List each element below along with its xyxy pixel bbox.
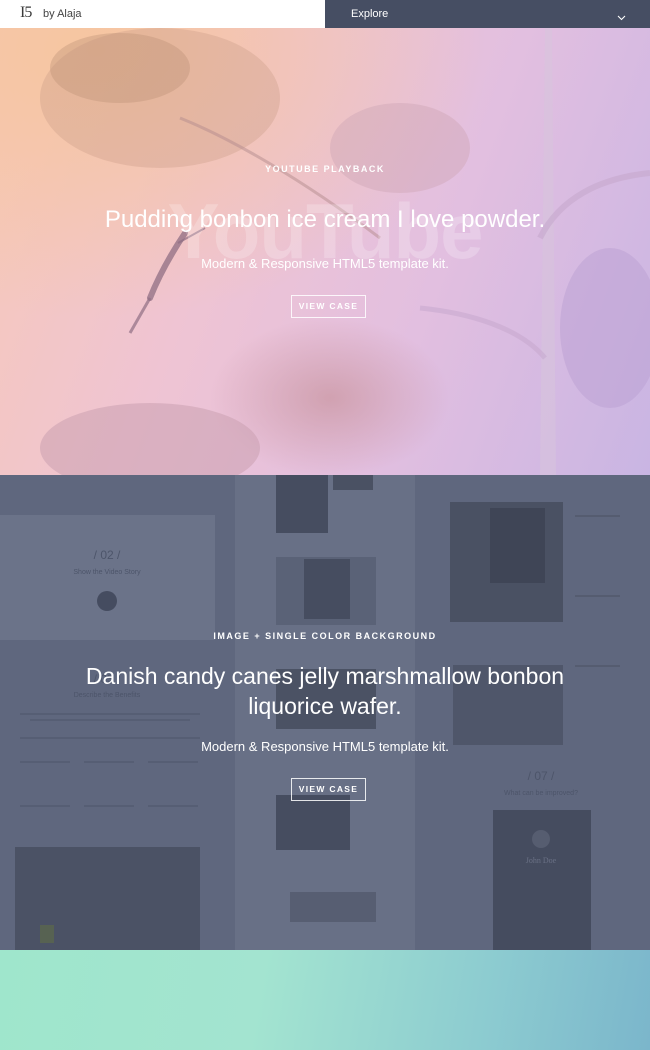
collage-step-02-caption: Show the Video Story [73,569,141,576]
hero-eyebrow: YOUTUBE PLAYBACK [265,164,385,174]
collage-quote-name: John Doe [526,856,557,865]
hero-title: Pudding bonbon ice cream I love powder. [104,206,546,233]
collage-step-07-caption: What can be improved? [504,790,578,797]
collage-step-02: / 02 / [94,548,121,562]
hero-subtitle: Modern & Responsive HTML5 template kit. [201,256,449,271]
hero-section: YOUTUBE PLAYBACK YouTube Pudding bonbon … [0,28,650,475]
gradient-section [0,950,650,1050]
image-color-section: / 02 / Show the Video Story / 03 / Descr… [0,475,650,950]
section2-subtitle: Modern & Responsive HTML5 template kit. [201,739,449,754]
brand-area: I5 by Alaja [0,0,325,28]
collage-step-07: / 07 / [528,769,555,783]
section2-title-line1: Danish candy canes jelly marshmallow bon… [85,663,565,689]
section2-view-case-button[interactable]: VIEW CASE [291,778,366,801]
explore-menu[interactable]: Explore [325,0,650,28]
byline: by Alaja [43,8,82,20]
top-bar: I5 by Alaja Explore [0,0,650,28]
section2-eyebrow: IMAGE + SINGLE COLOR BACKGROUND [213,631,437,641]
logo[interactable]: I5 [20,4,32,22]
section2-title-line2: liquorice wafer. [248,693,402,719]
section2-title: Danish candy canes jelly marshmallow bon… [0,661,650,721]
hero-view-case-button[interactable]: VIEW CASE [291,295,366,318]
explore-label: Explore [351,8,389,20]
chevron-down-icon[interactable] [617,8,626,26]
